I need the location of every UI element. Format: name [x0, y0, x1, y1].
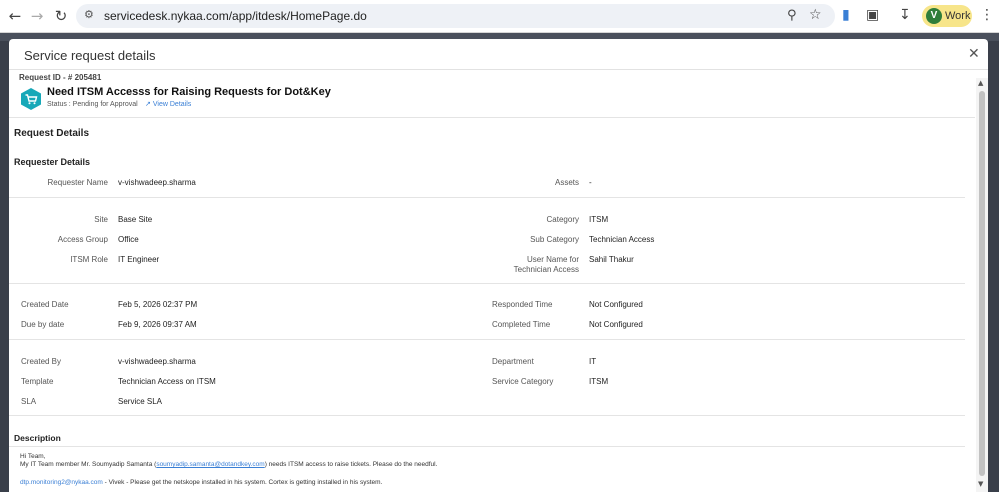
- description-heading: Description: [14, 433, 61, 443]
- cart-icon: [21, 88, 41, 110]
- download-icon[interactable]: ↧: [899, 7, 911, 23]
- department-label: Department: [492, 357, 534, 366]
- due-by-value: Feb 9, 2026 09:37 AM: [118, 320, 197, 329]
- sla-label: SLA: [21, 397, 37, 406]
- created-by-label: Created By: [21, 357, 62, 366]
- reload-icon[interactable]: ↻: [52, 7, 70, 25]
- sub-category-label: Sub Category: [530, 235, 579, 244]
- divider: [9, 446, 965, 447]
- itsm-role-value: IT Engineer: [118, 255, 160, 264]
- more-menu-icon[interactable]: ⋮: [980, 7, 994, 23]
- due-by-label: Due by date: [21, 320, 65, 329]
- divider: [9, 197, 965, 198]
- responded-time-value: Not Configured: [589, 300, 643, 309]
- category-label: Category: [546, 215, 579, 224]
- user-name-label-line2: Technician Access: [513, 265, 579, 274]
- external-link-icon: ↗: [145, 100, 151, 108]
- request-details-heading: Request Details: [14, 128, 90, 139]
- requester-details-heading: Requester Details: [14, 157, 91, 167]
- email-link[interactable]: soumyadip.samanta@dotandkey.com: [156, 461, 264, 468]
- address-bar[interactable]: ⚙ servicedesk.nykaa.com/app/itdesk/HomeP…: [76, 4, 835, 28]
- template-value: Technician Access on ITSM: [118, 377, 216, 386]
- scroll-down-icon[interactable]: ▼: [978, 480, 983, 488]
- template-label: Template: [21, 377, 54, 386]
- request-title: Need ITSM Accesss for Raising Requests f…: [47, 86, 331, 98]
- service-category-value: ITSM: [589, 377, 609, 386]
- modal-header: Service request details ✕: [9, 39, 988, 70]
- created-date-label: Created Date: [21, 300, 69, 309]
- profile-button[interactable]: V Work: [922, 5, 972, 27]
- scroll-thumb[interactable]: [979, 91, 985, 476]
- profile-label: Work: [945, 10, 971, 22]
- description-line: dtp.monitoring2@nykaa.com - Vivek - Plea…: [20, 479, 382, 486]
- zoom-icon[interactable]: ⚲: [787, 8, 797, 23]
- divider: [9, 415, 965, 416]
- divider: [9, 283, 965, 284]
- site-label: Site: [94, 215, 108, 224]
- view-details-link[interactable]: ↗ View Details: [145, 100, 191, 108]
- browser-toolbar: ← → ↻ ⚙ servicedesk.nykaa.com/app/itdesk…: [0, 0, 999, 33]
- close-icon[interactable]: ✕: [968, 46, 980, 62]
- modal-title: Service request details: [24, 48, 156, 63]
- access-group-value: Office: [118, 235, 139, 244]
- sub-category-value: Technician Access: [589, 235, 655, 244]
- completed-time-value: Not Configured: [589, 320, 643, 329]
- requester-name-value: v-vishwadeep.sharma: [118, 178, 196, 187]
- description-line: My IT Team member Mr. Soumyadip Samanta …: [20, 461, 437, 468]
- forward-icon[interactable]: →: [28, 7, 46, 25]
- description-text: My IT Team member Mr. Soumyadip Samanta …: [20, 461, 157, 468]
- view-details-label: View Details: [152, 101, 192, 108]
- request-id: Request ID - # 205481: [19, 73, 102, 82]
- completed-time-label: Completed Time: [492, 320, 551, 329]
- scrollbar[interactable]: ▲ ▼: [976, 78, 988, 492]
- user-name-value: Sahil Thakur: [589, 255, 634, 264]
- created-by-value: v-vishwadeep.sharma: [118, 357, 196, 366]
- extension-icon[interactable]: ▮: [842, 7, 850, 23]
- access-group-label: Access Group: [57, 235, 108, 244]
- itsm-role-label: ITSM Role: [70, 255, 108, 264]
- service-category-label: Service Category: [492, 377, 554, 386]
- email-link[interactable]: dtp.monitoring2@nykaa.com: [20, 479, 103, 486]
- user-name-label: User Name for: [526, 255, 579, 264]
- url-text[interactable]: servicedesk.nykaa.com/app/itdesk/HomePag…: [104, 9, 367, 23]
- sla-value: Service SLA: [118, 397, 163, 406]
- extensions-puzzle-icon[interactable]: ▣: [866, 7, 879, 23]
- divider: [9, 117, 975, 118]
- divider: [9, 339, 965, 340]
- description-text: - Vivek - Please get the netskope instal…: [102, 479, 383, 486]
- site-value: Base Site: [118, 215, 153, 224]
- description-line: Hi Team,: [20, 453, 46, 460]
- request-status: Status : Pending for Approval: [47, 101, 138, 108]
- back-icon[interactable]: ←: [6, 7, 24, 25]
- assets-value: -: [589, 178, 592, 187]
- responded-time-label: Responded Time: [492, 300, 553, 309]
- created-date-value: Feb 5, 2026 02:37 PM: [118, 300, 198, 309]
- service-request-modal: Service request details ✕ Request ID - #…: [9, 39, 988, 492]
- description-text: ) needs ITSM access to raise tickets. Pl…: [264, 461, 438, 468]
- scroll-up-icon[interactable]: ▲: [978, 79, 983, 87]
- site-info-icon[interactable]: ⚙: [84, 8, 98, 22]
- modal-content: Request ID - # 205481 Need ITSM Accesss …: [9, 70, 975, 492]
- category-value: ITSM: [589, 215, 609, 224]
- assets-label: Assets: [554, 178, 579, 187]
- bookmark-star-icon[interactable]: ☆: [809, 7, 822, 23]
- requester-name-label: Requester Name: [47, 178, 108, 187]
- department-value: IT: [589, 357, 597, 366]
- avatar: V: [926, 8, 942, 24]
